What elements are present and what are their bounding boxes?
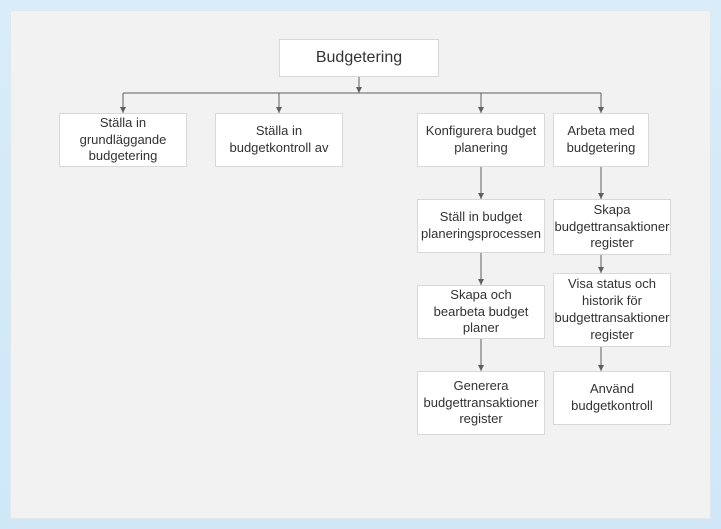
node-setup-budget-control: Ställa in budgetkontroll av <box>215 113 343 167</box>
node-setup-basic-budgeting: Ställa in grundläggande budgetering <box>59 113 187 167</box>
connector-arrows <box>11 11 710 518</box>
node-root: Budgetering <box>279 39 439 77</box>
node-work-with-budgeting: Arbeta med budgetering <box>553 113 649 167</box>
node-view-status-history-register: Visa status och historik för budgettrans… <box>553 273 671 347</box>
node-setup-planning-process: Ställ in budget planeringsprocessen <box>417 199 545 253</box>
diagram-frame: Budgetering Ställa in grundläggande budg… <box>10 10 711 519</box>
node-create-process-budget-plans: Skapa och bearbeta budget planer <box>417 285 545 339</box>
node-create-budget-transaction-register: Skapa budgettransaktioner register <box>553 199 671 255</box>
node-generate-budget-transaction-register: Generera budgettransaktioner register <box>417 371 545 435</box>
node-use-budget-control: Använd budgetkontroll <box>553 371 671 425</box>
node-configure-budget-planning: Konfigurera budget planering <box>417 113 545 167</box>
